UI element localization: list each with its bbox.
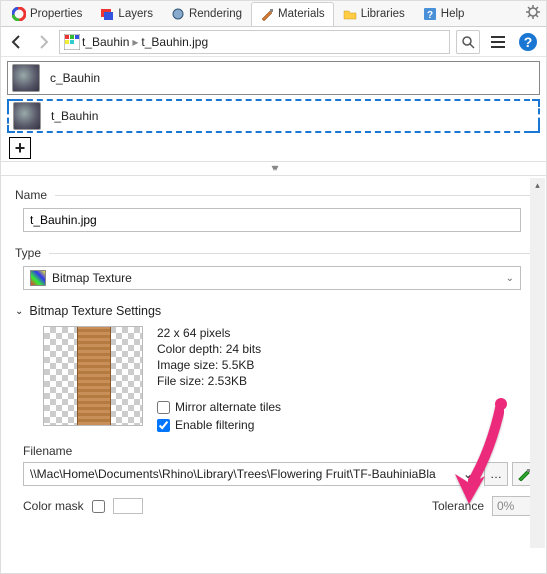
- list-item-label: c_Bauhin: [50, 71, 100, 85]
- tab-libraries[interactable]: Libraries: [334, 2, 414, 26]
- filename-label: Filename: [23, 444, 72, 458]
- name-input[interactable]: [23, 208, 521, 232]
- bitmap-type-icon: [30, 270, 46, 286]
- meta-color-depth: Color depth: 24 bits: [157, 342, 281, 356]
- meta-image-size: Image size: 5.5KB: [157, 358, 281, 372]
- material-list: c_Bauhin t_Bauhin +: [1, 57, 546, 161]
- type-select[interactable]: Bitmap Texture ⌄: [23, 266, 521, 290]
- forward-button[interactable]: [33, 32, 53, 52]
- settings-label: Bitmap Texture Settings: [29, 304, 161, 318]
- rainbow-circle-icon: [12, 7, 26, 21]
- color-mask-swatch[interactable]: [113, 498, 143, 514]
- nav-bar: t_Bauhin ▸ t_Bauhin.jpg ?: [1, 27, 546, 57]
- hamburger-menu-button[interactable]: [486, 30, 510, 54]
- splitter-handle[interactable]: ▾▾: [1, 161, 546, 175]
- panel-options-button[interactable]: [522, 5, 544, 22]
- meta-file-size: File size: 2.53KB: [157, 374, 281, 388]
- enable-filtering-checkbox[interactable]: Enable filtering: [157, 418, 281, 432]
- help-button[interactable]: ?: [516, 30, 540, 54]
- layers-icon: [100, 7, 114, 21]
- properties-panel: ▴ Name Type Bitmap Texture ⌄ ⌄ Bitmap Te…: [1, 175, 546, 555]
- name-section-label: Name: [15, 188, 47, 202]
- svg-text:?: ?: [524, 34, 533, 50]
- tab-label: Materials: [278, 8, 325, 20]
- tab-label: Layers: [118, 8, 153, 20]
- tab-label: Libraries: [361, 8, 405, 20]
- brush-icon: [260, 7, 274, 21]
- tab-properties[interactable]: Properties: [3, 2, 91, 26]
- panel-tabs: Properties Layers Rendering Materials Li…: [1, 1, 546, 27]
- crumb-leaf[interactable]: t_Bauhin.jpg: [141, 35, 208, 49]
- type-section-label: Type: [15, 246, 41, 260]
- ellipsis-icon: …: [490, 467, 502, 481]
- filename-value: \\Mac\Home\Documents\Rhino\Library\Trees…: [30, 467, 436, 481]
- pencil-icon: [517, 467, 531, 481]
- tab-rendering[interactable]: Rendering: [162, 2, 251, 26]
- render-icon: [171, 7, 185, 21]
- help-tab-icon: ?: [423, 7, 437, 21]
- breadcrumb[interactable]: t_Bauhin ▸ t_Bauhin.jpg: [59, 30, 450, 54]
- list-item-label: t_Bauhin: [51, 109, 98, 123]
- tolerance-label: Tolerance: [432, 499, 484, 513]
- browse-file-button[interactable]: …: [484, 462, 508, 486]
- chevron-down-icon: ⌄: [15, 306, 23, 317]
- scrollbar[interactable]: ▴: [530, 178, 545, 548]
- chevron-down-icon: ⌄: [463, 467, 473, 481]
- crumb-root[interactable]: t_Bauhin: [82, 35, 129, 49]
- chevron-down-icon: ⌄: [506, 273, 514, 284]
- texture-preview: [43, 326, 143, 426]
- tab-layers[interactable]: Layers: [91, 2, 162, 26]
- add-material-button[interactable]: +: [9, 137, 31, 159]
- tab-help[interactable]: ? Help: [414, 2, 474, 26]
- search-button[interactable]: [456, 30, 480, 54]
- svg-text:?: ?: [427, 10, 433, 21]
- back-button[interactable]: [7, 32, 27, 52]
- tab-materials[interactable]: Materials: [251, 2, 334, 26]
- color-mask-label: Color mask: [23, 499, 84, 513]
- bitmap-icon: [64, 34, 80, 50]
- filename-select[interactable]: \\Mac\Home\Documents\Rhino\Library\Trees…: [23, 462, 480, 486]
- mirror-tiles-checkbox[interactable]: Mirror alternate tiles: [157, 400, 281, 414]
- color-mask-checkbox[interactable]: [92, 500, 105, 513]
- list-item[interactable]: t_Bauhin: [7, 99, 540, 133]
- bitmap-settings-header[interactable]: ⌄ Bitmap Texture Settings: [15, 304, 536, 318]
- list-item[interactable]: c_Bauhin: [7, 61, 540, 95]
- chevron-right-icon: ▸: [131, 35, 139, 49]
- material-thumbnail: [13, 102, 41, 130]
- type-value: Bitmap Texture: [52, 271, 132, 285]
- tab-label: Help: [441, 8, 465, 20]
- tab-label: Rendering: [189, 8, 242, 20]
- meta-dimensions: 22 x 64 pixels: [157, 326, 281, 340]
- folder-icon: [343, 7, 357, 21]
- tab-label: Properties: [30, 8, 82, 20]
- material-thumbnail: [12, 64, 40, 92]
